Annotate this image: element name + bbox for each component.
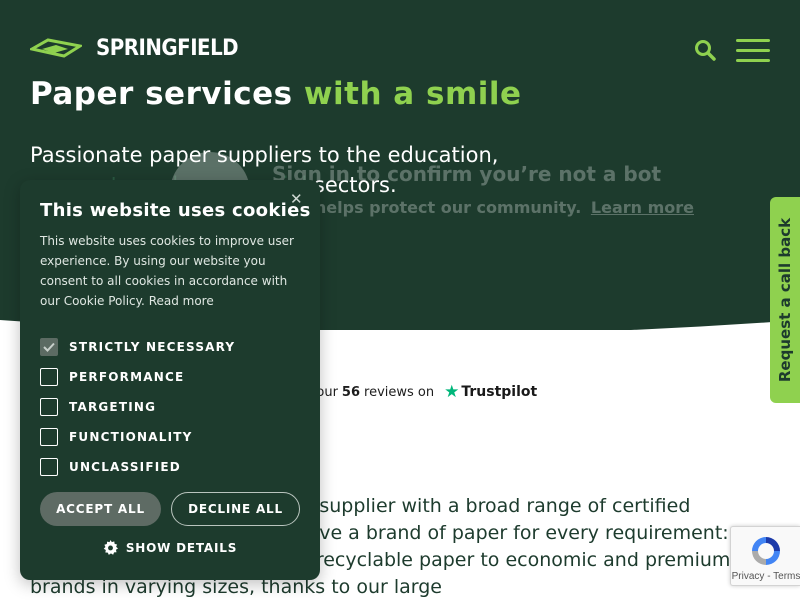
subhead-line-1: Passionate paper suppliers to the educat… xyxy=(30,143,499,167)
cookie-option-label: FUNCTIONALITY xyxy=(69,430,193,444)
decline-all-button[interactable]: DECLINE ALL xyxy=(171,492,300,526)
trustpilot-brand: ★ Trustpilot xyxy=(444,382,537,402)
cookie-option-label: UNCLASSIFIED xyxy=(69,460,181,474)
show-details-label: SHOW DETAILS xyxy=(125,540,238,555)
headline-main: Paper services xyxy=(30,76,304,112)
cookie-option-strictly-necessary[interactable]: STRICTLY NECESSARY xyxy=(40,332,235,362)
cookie-consent-banner: ✕ This website uses cookies This website… xyxy=(20,180,320,580)
menu-bar xyxy=(736,59,770,62)
menu-bar xyxy=(736,49,770,52)
checkbox-checked[interactable] xyxy=(40,338,58,356)
menu-bar xyxy=(736,39,770,42)
checkbox[interactable] xyxy=(40,398,58,416)
cookie-option-label: STRICTLY NECESSARY xyxy=(69,340,236,354)
trustpilot-brand-text: Trustpilot xyxy=(461,384,538,400)
checkbox[interactable] xyxy=(40,428,58,446)
checkbox[interactable] xyxy=(40,368,58,386)
cookie-banner-description: This website uses cookies to improve use… xyxy=(40,231,300,311)
cookie-option-targeting[interactable]: TARGETING xyxy=(40,392,235,422)
hamburger-menu-button[interactable] xyxy=(736,39,770,63)
cookie-option-label: PERFORMANCE xyxy=(69,370,185,384)
trustpilot-review-count: 56 xyxy=(341,384,361,400)
logo-text: SPRINGFIELD xyxy=(96,36,239,61)
cookie-option-performance[interactable]: PERFORMANCE xyxy=(40,362,235,392)
request-callback-tab[interactable]: Request a call back xyxy=(770,197,800,403)
cookie-banner-title: This website uses cookies xyxy=(40,200,311,221)
cookie-options-list: STRICTLY NECESSARY PERFORMANCE TARGETING… xyxy=(40,332,235,482)
bot-check-subtitle: This helps protect our community. Learn … xyxy=(272,198,694,217)
trustpilot-widget[interactable]: See our 56 reviews on ★ Trustpilot xyxy=(288,382,537,402)
checkbox[interactable] xyxy=(40,458,58,476)
bot-check-learn-more-link[interactable]: Learn more xyxy=(591,198,694,217)
springfield-logo-mark-icon xyxy=(30,37,82,58)
cookie-option-functionality[interactable]: FUNCTIONALITY xyxy=(40,422,235,452)
recaptcha-badge[interactable]: Privacy - Terms xyxy=(730,526,800,586)
subhead-line-2-end: sectors. xyxy=(307,173,397,197)
cookie-option-unclassified[interactable]: UNCLASSIFIED xyxy=(40,452,235,482)
gear-icon xyxy=(103,540,118,555)
trustpilot-suffix: reviews on xyxy=(364,384,435,400)
recaptcha-icon xyxy=(752,537,780,565)
trustpilot-star-icon: ★ xyxy=(444,382,460,402)
search-icon xyxy=(695,40,716,61)
accept-all-button[interactable]: ACCEPT ALL xyxy=(40,492,161,526)
headline-accent: with a smile xyxy=(303,76,522,112)
search-button[interactable] xyxy=(694,39,716,61)
read-more-link[interactable]: Read more xyxy=(149,294,214,308)
show-details-button[interactable]: SHOW DETAILS xyxy=(20,540,320,555)
request-callback-label: Request a call back xyxy=(776,217,794,383)
page-title: Paper services with a smile xyxy=(30,76,522,112)
springfield-logo[interactable]: SPRINGFIELD xyxy=(30,36,239,61)
cookie-option-label: TARGETING xyxy=(69,400,157,414)
checkmark-icon xyxy=(43,342,55,352)
recaptcha-footer-text[interactable]: Privacy - Terms xyxy=(731,571,800,582)
